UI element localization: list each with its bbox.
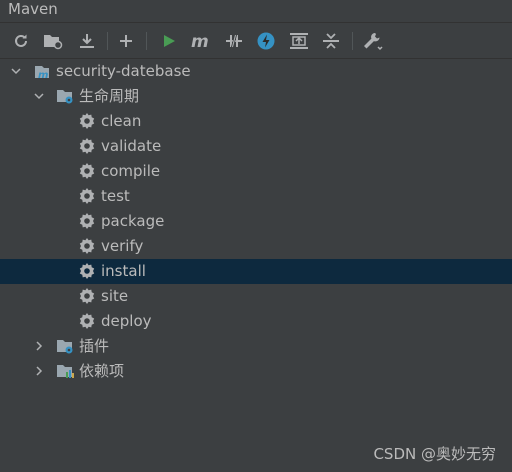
toolbar-separator [146, 32, 147, 50]
chevron-down-icon[interactable] [10, 65, 22, 77]
settings-wrench-icon[interactable] [362, 30, 384, 52]
gear-icon [79, 113, 95, 129]
goal-label: validate [101, 137, 162, 155]
goal-item-clean[interactable]: clean [0, 109, 512, 134]
gear-icon [79, 288, 95, 304]
chevron-right-icon[interactable] [33, 340, 45, 352]
chevron-right-icon[interactable] [33, 365, 45, 377]
plugins-label: 插件 [79, 337, 110, 355]
gear-icon [79, 263, 95, 279]
gear-icon [79, 213, 95, 229]
plugins-folder-icon [57, 340, 73, 354]
skip-tests-icon[interactable] [255, 30, 277, 52]
goal-label: verify [101, 237, 144, 255]
watermark-text: CSDN @奥妙无穷 [373, 445, 496, 463]
tree-node-project[interactable]: m security-datebase [0, 59, 512, 84]
svg-text:m: m [191, 32, 209, 50]
toolbar-separator [107, 32, 108, 50]
goal-label: install [101, 262, 146, 280]
gear-icon [79, 238, 95, 254]
maven-toolbar: m [0, 24, 512, 59]
goal-item-package[interactable]: package [0, 209, 512, 234]
execute-goal-icon[interactable]: m [190, 30, 212, 52]
goal-item-test[interactable]: test [0, 184, 512, 209]
lifecycle-label: 生命周期 [79, 87, 140, 105]
add-folder-icon[interactable] [42, 30, 64, 52]
add-icon[interactable] [115, 30, 137, 52]
goal-item-compile[interactable]: compile [0, 159, 512, 184]
collapse-all-icon[interactable] [320, 30, 342, 52]
goal-item-validate[interactable]: validate [0, 134, 512, 159]
reload-icon[interactable] [10, 30, 32, 52]
goal-item-verify[interactable]: verify [0, 234, 512, 259]
goal-label: test [101, 187, 130, 205]
dependencies-folder-icon [57, 365, 74, 378]
tree-node-lifecycle[interactable]: 生命周期 [0, 84, 512, 109]
maven-module-icon: m [35, 66, 49, 80]
project-label: security-datebase [56, 62, 191, 80]
goal-label: package [101, 212, 165, 230]
goal-label: clean [101, 112, 142, 130]
gear-icon [79, 163, 95, 179]
goal-item-install[interactable]: install [0, 259, 512, 284]
tool-window-header: Maven [0, 0, 512, 23]
goal-label: site [101, 287, 129, 305]
toggle-offline-icon[interactable] [223, 30, 245, 52]
goal-item-deploy[interactable]: deploy [0, 309, 512, 334]
gear-icon [79, 313, 95, 329]
chevron-down-icon[interactable] [33, 90, 45, 102]
show-dependencies-icon[interactable] [288, 30, 310, 52]
maven-project-tree[interactable]: m security-datebase 生命周期 clean validate … [0, 59, 512, 472]
run-icon[interactable] [158, 30, 180, 52]
tree-node-dependencies[interactable]: 依赖项 [0, 359, 512, 384]
download-icon[interactable] [76, 30, 98, 52]
lifecycle-folder-icon [57, 90, 73, 104]
toolbar-separator [352, 32, 353, 50]
goal-label: compile [101, 162, 161, 180]
goal-label: deploy [101, 312, 152, 330]
tree-node-plugins[interactable]: 插件 [0, 334, 512, 359]
goal-item-site[interactable]: site [0, 284, 512, 309]
svg-text:m: m [38, 70, 48, 80]
dependencies-label: 依赖项 [79, 362, 125, 380]
gear-icon [79, 138, 95, 154]
gear-icon [79, 188, 95, 204]
tool-window-title: Maven [8, 0, 58, 18]
